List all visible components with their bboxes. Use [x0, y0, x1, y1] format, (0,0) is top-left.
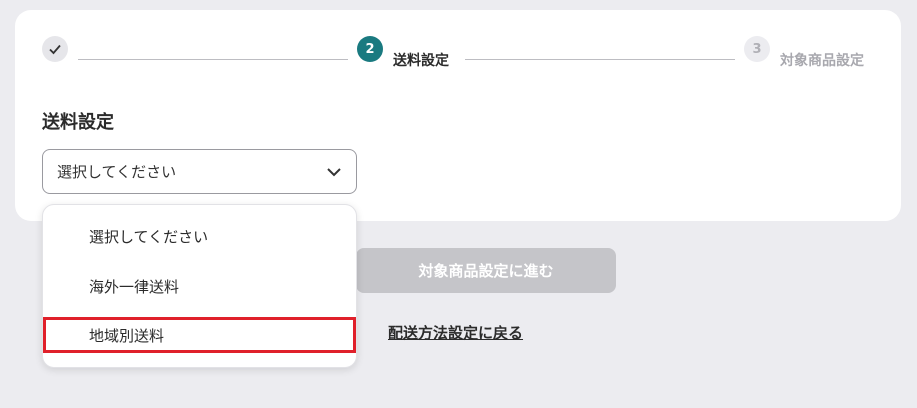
- step-3-number: 3: [744, 36, 770, 62]
- step-3-label: 対象商品設定: [780, 53, 864, 69]
- step-2-number: 2: [357, 36, 383, 62]
- shipping-type-dropdown: 選択してください 海外一律送料 地域別送料: [42, 204, 357, 368]
- step-2-label: 送料設定: [393, 53, 449, 69]
- step-1-check-icon: [42, 36, 68, 62]
- dropdown-option[interactable]: 選択してください: [43, 216, 358, 256]
- shipping-settings-heading: 送料設定: [42, 112, 114, 133]
- step-connector-1: [78, 59, 348, 60]
- step-connector-2: [465, 59, 735, 60]
- dropdown-option[interactable]: 海外一律送料: [43, 266, 358, 306]
- shipping-type-select[interactable]: 選択してください: [42, 149, 357, 194]
- dropdown-option-highlighted[interactable]: 地域別送料: [43, 317, 356, 353]
- select-value: 選択してください: [57, 163, 177, 181]
- next-to-target-products-button[interactable]: 対象商品設定に進む: [356, 248, 616, 293]
- chevron-down-icon: [327, 168, 341, 177]
- back-to-shipping-method-link[interactable]: 配送方法設定に戻る: [388, 322, 523, 343]
